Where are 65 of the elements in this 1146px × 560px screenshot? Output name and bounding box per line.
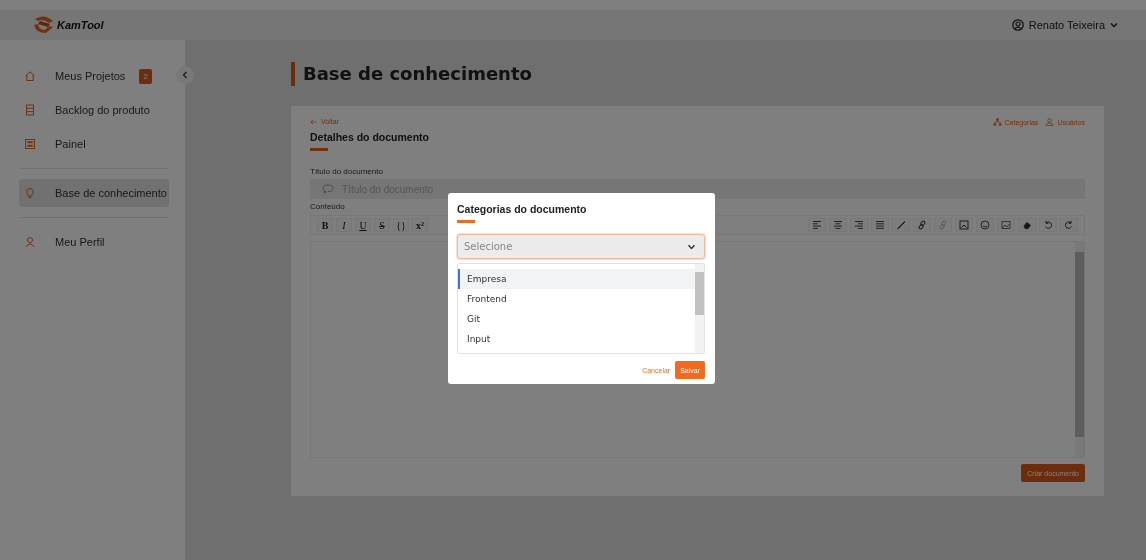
dialog-title: Categorias do documento [457, 203, 588, 215]
hierarchy-icon [992, 118, 1002, 126]
option-item[interactable]: Empresa [458, 269, 695, 289]
sidebar-item[interactable]: Meus Projetos 2 [19, 62, 169, 90]
undo-button[interactable] [1039, 218, 1057, 232]
option-item[interactable]: Git [458, 309, 695, 329]
scrollbar[interactable] [1075, 242, 1084, 457]
field-label: Conteúdo [310, 202, 345, 211]
align-right-icon [854, 220, 864, 230]
count-badge: 2 [139, 68, 153, 84]
lightbulb-icon [24, 187, 36, 199]
chevron-left-icon [182, 71, 188, 79]
chevron-down-icon [687, 244, 696, 250]
redo-button[interactable] [1060, 218, 1078, 232]
align-left-icon [812, 220, 822, 230]
logo-text: KamTool [57, 19, 104, 31]
image-frame-button[interactable] [955, 218, 973, 232]
code-button[interactable]: {} [393, 218, 409, 232]
person-icon [24, 236, 36, 248]
underline-button[interactable]: U [355, 218, 371, 232]
arrow-left-icon [310, 118, 317, 125]
speech-bubble-icon [322, 184, 334, 194]
smiley-icon [980, 220, 990, 230]
picture-button[interactable] [997, 218, 1015, 232]
eraser-button[interactable] [1018, 218, 1036, 232]
scrollbar[interactable] [695, 264, 704, 353]
unlink-icon [938, 220, 948, 230]
eraser-icon [1022, 220, 1032, 230]
pen-button[interactable] [892, 218, 910, 232]
justify-icon [875, 220, 885, 230]
collapse-button[interactable] [176, 66, 194, 84]
align-right-button[interactable] [850, 218, 868, 232]
superscript-button[interactable]: x² [412, 218, 428, 232]
justify-button[interactable] [871, 218, 889, 232]
undo-icon [1043, 220, 1053, 230]
user-circle-icon [1011, 19, 1024, 31]
dashboard-icon [24, 138, 36, 150]
smiley-button[interactable] [976, 218, 994, 232]
align-center-icon [833, 220, 843, 230]
link-icon [917, 220, 927, 230]
category-select[interactable]: Selecione [457, 234, 705, 259]
bold-button[interactable]: B [317, 218, 333, 232]
sidebar-item[interactable]: Backlog do produto [19, 96, 169, 124]
picture-icon [1001, 220, 1011, 230]
sidebar-item[interactable]: Base de conhecimento [19, 179, 169, 207]
option-item[interactable]: Input [458, 329, 695, 349]
strikethrough-button[interactable]: S [374, 218, 390, 232]
home-icon [24, 70, 36, 82]
redo-icon [1064, 220, 1074, 230]
image-frame-icon [959, 220, 969, 230]
link-button[interactable] [913, 218, 931, 232]
page-title: Base de conhecimento [291, 62, 1104, 86]
align-left-button[interactable] [808, 218, 826, 232]
italic-button[interactable]: I [336, 218, 352, 232]
sidebar-item[interactable]: Meu Perfil [19, 228, 169, 256]
align-center-button[interactable] [829, 218, 847, 232]
section-heading: Detalhes do documento [310, 131, 429, 143]
field-label: Título do documento [310, 167, 383, 176]
person-icon [1045, 118, 1055, 126]
chevron-down-icon [1110, 22, 1118, 28]
user-menu[interactable]: Renato Teixeira [1011, 19, 1118, 31]
list-icon [24, 104, 36, 116]
sidebar-item[interactable]: Painel [19, 130, 169, 158]
pen-icon [896, 220, 906, 230]
option-item[interactable]: Frontend [458, 289, 695, 309]
